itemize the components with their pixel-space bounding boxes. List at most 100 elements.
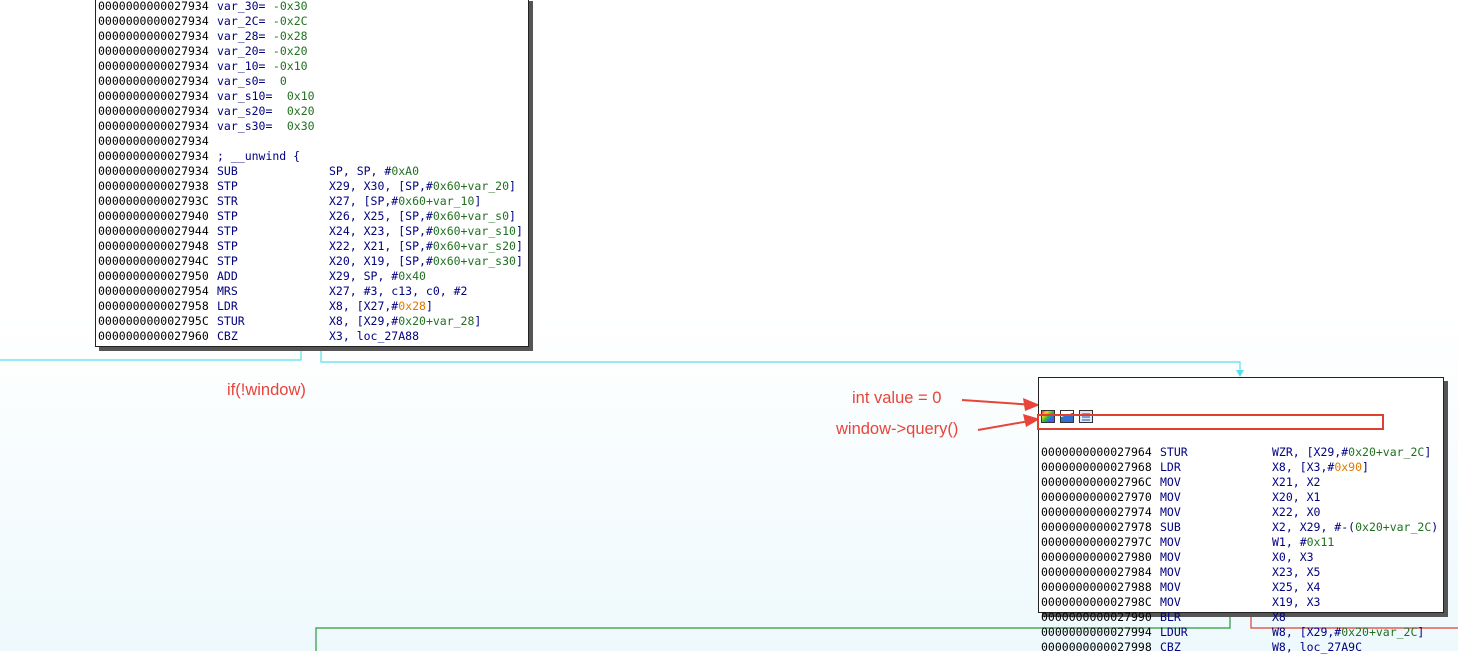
operand-token: W8, loc_27A9C (1272, 640, 1363, 654)
code-operands: X27, #3, c13, c0, #2 (329, 284, 467, 299)
code-operands: X0, X3 (1272, 550, 1314, 565)
code-mnemonic: SUB (217, 164, 238, 178)
operand-token: X26, X25, [SP,# (329, 209, 433, 223)
code-line[interactable]: 0000000000027934 var_10= -0x10 (96, 59, 528, 74)
code-line[interactable]: 000000000002796C MOV X21, X2 (1039, 475, 1443, 490)
code-block-function-entry[interactable]: 0000000000027934 var_30= -0x30 00000000000… (95, 0, 529, 347)
code-address: 0000000000027968 (1041, 460, 1152, 474)
code-address: 000000000002795C (98, 314, 209, 328)
code-mnemonic: ADD (217, 269, 238, 283)
code-mnemonic: BLR (1160, 610, 1181, 624)
code-line[interactable]: 0000000000027940 STP X26, X25, [SP,#0x60+v… (96, 209, 528, 224)
code-line[interactable]: 0000000000027970 MOV X20, X1 (1039, 490, 1443, 505)
code-operands: 0x30 (273, 119, 315, 134)
code-operands: X8 (1272, 610, 1286, 625)
operand-token: ] (474, 314, 482, 328)
code-line[interactable]: 0000000000027998 CBZ W8, loc_27A9C (1039, 640, 1443, 655)
code-operands: X20, X19, [SP,#0x60+var_s30] (329, 254, 523, 269)
code-mnemonic: STP (217, 209, 238, 223)
code-operands: X20, X1 (1272, 490, 1320, 505)
code-line[interactable]: 0000000000027980 MOV X0, X3 (1039, 550, 1443, 565)
code-line[interactable]: 000000000002798C MOV X19, X3 (1039, 595, 1443, 610)
code-variable: var_s30= (217, 119, 273, 133)
code-operands: X29, SP, #0x40 (329, 269, 426, 284)
operand-token: ] (474, 194, 482, 208)
code-line[interactable]: 0000000000027934 (96, 134, 528, 149)
code-line[interactable]: 0000000000027934 var_s0= 0 (96, 74, 528, 89)
operand-token: 0x20 (273, 104, 315, 118)
code-line[interactable]: 0000000000027984 MOV X23, X5 (1039, 565, 1443, 580)
code-operands: X8, [X29,#0x20+var_28] (329, 314, 481, 329)
code-operands: X8, [X27,#0x28] (329, 299, 433, 314)
operand-token: X23, X5 (1272, 565, 1321, 579)
code-variable: var_30= (217, 0, 266, 13)
code-line[interactable]: 0000000000027934 var_30= -0x30 (96, 0, 528, 14)
code-line[interactable]: 0000000000027990 BLR X8 (1039, 610, 1443, 625)
code-line[interactable]: 0000000000027934 var_28= -0x28 (96, 29, 528, 44)
code-line[interactable]: 0000000000027988 MOV X25, X4 (1039, 580, 1443, 595)
operand-token: X8, [X29,# (329, 314, 399, 328)
code-line[interactable]: 0000000000027934 var_20= -0x20 (96, 44, 528, 59)
code-line[interactable]: 0000000000027938 STP X29, X30, [SP,#0x60+v… (96, 179, 528, 194)
code-line[interactable]: 0000000000027954 MRS X27, #3, c13, c0, #2 (96, 284, 528, 299)
code-block-window-query[interactable]: 0000000000027964 STUR WZR, [X29,#0x20+var_… (1038, 377, 1444, 654)
code-mnemonic: STR (217, 194, 238, 208)
code-address: 0000000000027934 (98, 134, 209, 148)
code-line[interactable]: 0000000000027974 MOV X22, X0 (1039, 505, 1443, 520)
code-mnemonic: SUB (1160, 520, 1181, 534)
code-line[interactable]: 0000000000027960 CBZ X3, loc_27A88 (96, 329, 528, 344)
code-line[interactable]: 0000000000027944 STP X24, X23, [SP,#0x60+v… (96, 224, 528, 239)
code-line[interactable]: 000000000002797C MOV W1, #0x11 (1039, 535, 1443, 550)
code-line[interactable]: 000000000002793C STR X27, [SP,#0x60+var_10… (96, 194, 528, 209)
code-line[interactable]: 0000000000027964 STUR WZR, [X29,#0x20+var_… (1039, 445, 1443, 460)
operand-token: ] (509, 209, 516, 223)
code-line[interactable]: 0000000000027948 STP X22, X21, [SP,#0x60+v… (96, 239, 528, 254)
code-mnemonic: STP (217, 224, 238, 238)
code-mnemonic: MOV (1160, 595, 1181, 609)
code-address: 0000000000027944 (98, 224, 209, 238)
code-mnemonic: STP (217, 179, 238, 193)
operand-token: X29, SP, # (329, 269, 399, 283)
operand-token: 0x60+var_s30 (432, 254, 516, 268)
operand-token: X3, loc_27A88 (329, 329, 420, 343)
code-line[interactable]: 0000000000027978 SUB X2, X29, #-(0x20+var_… (1039, 520, 1443, 535)
code-operands: X26, X25, [SP,#0x60+var_s0] (329, 209, 516, 224)
code-address: 0000000000027988 (1041, 580, 1152, 594)
code-line[interactable]: 0000000000027958 LDR X8, [X27,#0x28] (96, 299, 528, 314)
code-address: 0000000000027934 (98, 74, 209, 88)
operand-token: 0x28 (398, 299, 426, 313)
code-address: 0000000000027934 (98, 104, 209, 118)
code-address: 0000000000027994 (1041, 625, 1152, 639)
operand-token: 0x10 (273, 89, 315, 103)
operand-token: 0x60+var_20 (432, 179, 510, 193)
operand-token: X0, X3 (1272, 550, 1314, 564)
operand-token: 0x20+var_2C (1355, 520, 1432, 534)
code-operands: X3, loc_27A88 (329, 329, 419, 344)
code-operands: 0 (266, 74, 287, 89)
operand-token: X20, X1 (1272, 490, 1321, 504)
code-line[interactable]: 000000000002795C STUR X8, [X29,#0x20+var_2… (96, 314, 528, 329)
code-address: 0000000000027958 (98, 299, 209, 313)
code-line[interactable]: 0000000000027934 var_s20= 0x20 (96, 104, 528, 119)
code-line[interactable]: 000000000002794C STP X20, X19, [SP,#0x60+v… (96, 254, 528, 269)
code-mnemonic: MOV (1160, 535, 1181, 549)
code-address: 0000000000027934 (98, 0, 209, 13)
code-line[interactable]: 0000000000027934 SUB SP, SP, #0xA0 (96, 164, 528, 179)
edge-true-branch (320, 348, 1241, 372)
code-line[interactable]: 0000000000027934 var_2C= -0x2C (96, 14, 528, 29)
code-line[interactable]: 0000000000027968 LDR X8, [X3,#0x90] (1039, 460, 1443, 475)
code-address: 0000000000027934 (98, 14, 209, 28)
code-mnemonic: MRS (217, 284, 238, 298)
operand-token: ] (509, 179, 516, 193)
code-line[interactable]: 0000000000027934 ; __unwind { (96, 149, 528, 164)
code-line[interactable]: 0000000000027934 var_s10= 0x10 (96, 89, 528, 104)
operand-token: X21, X2 (1272, 475, 1321, 489)
code-operands: X25, X4 (1272, 580, 1320, 595)
code-line[interactable]: 0000000000027934 var_s30= 0x30 (96, 119, 528, 134)
code-mnemonic: LDR (217, 299, 238, 313)
code-variable: var_20= (217, 44, 266, 58)
code-line[interactable]: 0000000000027994 LDUR W8, [X29,#0x20+var_2… (1039, 625, 1443, 640)
code-operands: SP, SP, #0xA0 (329, 164, 419, 179)
code-variable: var_s10= (217, 89, 273, 103)
code-line[interactable]: 0000000000027950 ADD X29, SP, #0x40 (96, 269, 528, 284)
